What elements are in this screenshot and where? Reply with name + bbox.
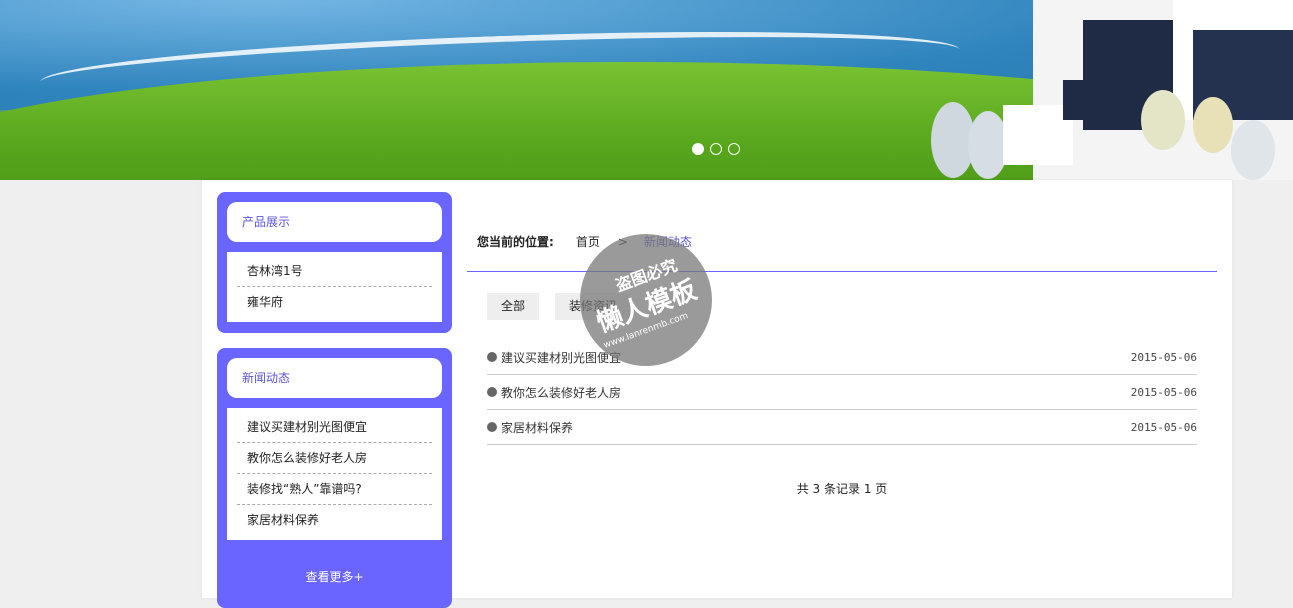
sidebar-product-item[interactable]: 杏林湾1号 — [237, 256, 432, 287]
sidebar-product-item[interactable]: 雍华府 — [237, 287, 432, 318]
news-row[interactable]: 建议买建材别光图便宜 2015-05-06 — [487, 340, 1197, 375]
sidebar-products-box: 产品展示 杏林湾1号 雍华府 — [217, 192, 452, 333]
sidebar-news-box: 新闻动态 建议买建材别光图便宜 教你怎么装修好老人房 装修找“熟人”靠谱吗? 家… — [217, 348, 452, 608]
news-list: 建议买建材别光图便宜 2015-05-06 教你怎么装修好老人房 2015-05… — [487, 340, 1197, 445]
news-row-left: 建议买建材别光图便宜 — [487, 349, 621, 366]
tab-decoration-news[interactable]: 装修资讯 — [555, 293, 632, 320]
bullet-icon — [487, 352, 497, 362]
news-row-left: 教你怎么装修好老人房 — [487, 384, 621, 401]
bullet-icon — [487, 387, 497, 397]
category-tabs: 全部 装修资讯 — [487, 293, 632, 320]
breadcrumb-home-link[interactable]: 首页 — [576, 233, 600, 250]
breadcrumb-label: 您当前的位置: — [477, 235, 554, 249]
news-title-link[interactable]: 建议买建材别光图便宜 — [501, 349, 621, 366]
news-title-link[interactable]: 家居材料保养 — [501, 419, 573, 436]
sidebar-products-list: 杏林湾1号 雍华府 — [227, 252, 442, 322]
pagination-summary: 共 3 条记录 1 页 — [796, 482, 888, 496]
carousel-dots — [692, 143, 740, 155]
sidebar-news-list: 建议买建材别光图便宜 教你怎么装修好老人房 装修找“熟人”靠谱吗? 家居材料保养 — [227, 408, 442, 540]
news-date: 2015-05-06 — [1130, 350, 1197, 364]
breadcrumb-current-link[interactable]: 新闻动态 — [644, 233, 692, 250]
sidebar-news-item[interactable]: 家居材料保养 — [237, 505, 432, 536]
carousel-dot-2[interactable] — [710, 143, 722, 155]
main-container: 产品展示 杏林湾1号 雍华府 新闻动态 建议买建材别光图便宜 教你怎么装修好老人… — [202, 180, 1232, 608]
news-row-left: 家居材料保养 — [487, 419, 573, 436]
sidebar-news-title[interactable]: 新闻动态 — [227, 358, 442, 398]
sidebar-news-item[interactable]: 教你怎么装修好老人房 — [237, 443, 432, 474]
news-date: 2015-05-06 — [1130, 420, 1197, 434]
sidebar-news-item[interactable]: 建议买建材别光图便宜 — [237, 412, 432, 443]
breadcrumb-divider — [467, 271, 1217, 272]
view-more-link[interactable]: 查看更多+ — [217, 568, 452, 585]
sidebar-products-title[interactable]: 产品展示 — [227, 202, 442, 242]
tab-all[interactable]: 全部 — [487, 293, 540, 320]
sidebar-news-item[interactable]: 装修找“熟人”靠谱吗? — [237, 474, 432, 505]
news-title-link[interactable]: 教你怎么装修好老人房 — [501, 384, 621, 401]
news-row[interactable]: 教你怎么装修好老人房 2015-05-06 — [487, 375, 1197, 410]
carousel-dot-3[interactable] — [728, 143, 740, 155]
banner-people-illustration — [931, 0, 1293, 180]
news-date: 2015-05-06 — [1130, 385, 1197, 399]
breadcrumb-separator: > — [617, 234, 628, 249]
hero-banner — [0, 0, 1293, 180]
breadcrumb: 您当前的位置: 首页 > 新闻动态 — [477, 233, 692, 250]
carousel-dot-1[interactable] — [692, 143, 704, 155]
bullet-icon — [487, 422, 497, 432]
news-row[interactable]: 家居材料保养 2015-05-06 — [487, 410, 1197, 445]
